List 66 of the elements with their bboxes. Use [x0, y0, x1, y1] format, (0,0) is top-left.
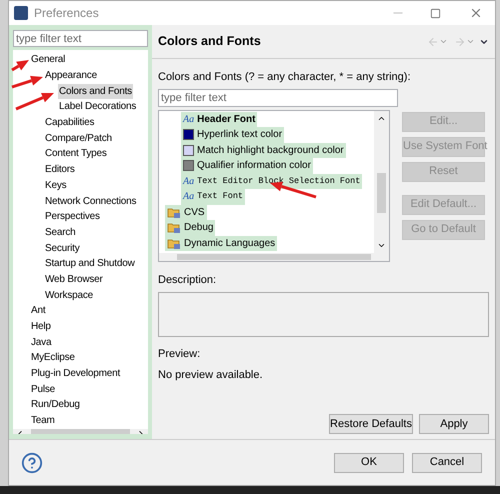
- tree-item[interactable]: Hyperlink text color: [181, 127, 284, 142]
- tree-item[interactable]: Java: [30, 334, 52, 350]
- font-icon: Aa: [183, 112, 194, 127]
- button[interactable]: Restore Defaults: [329, 414, 413, 434]
- button[interactable]: OK: [334, 452, 404, 472]
- horizontal-scrollbar[interactable]: [159, 252, 389, 260]
- tree-item[interactable]: Capabilities: [44, 115, 96, 130]
- caret-icon[interactable]: [439, 37, 448, 46]
- filter-field[interactable]: type filter text: [13, 30, 148, 47]
- tree-item[interactable]: Debug: [165, 220, 216, 236]
- folder-icon: [167, 236, 181, 250]
- tree-item[interactable]: MyEclipse: [30, 350, 76, 366]
- tree-item[interactable]: Pulse: [30, 382, 56, 397]
- forward-icon[interactable]: [454, 36, 466, 48]
- preview-label: Preview:: [158, 347, 202, 362]
- tree-item[interactable]: Aa Text Font: [181, 189, 246, 204]
- close-icon[interactable]: [469, 6, 483, 20]
- filter-field[interactable]: type filter text: [158, 88, 398, 106]
- tree-item[interactable]: Startup and Shutdow: [44, 256, 136, 272]
- tree-item[interactable]: Content Types: [44, 146, 108, 162]
- tree-item[interactable]: Colors and Fonts: [58, 84, 133, 99]
- tree-item[interactable]: Keys: [44, 178, 68, 193]
- caret-icon[interactable]: [466, 37, 475, 46]
- tree-item[interactable]: Aa Text Editor Block Selection Font: [181, 174, 362, 189]
- description-label: Description:: [158, 272, 218, 288]
- folder-icon: [167, 206, 181, 219]
- tree-item[interactable]: Qualifier information color: [181, 158, 313, 174]
- tree-item[interactable]: Plug-in Development: [30, 366, 122, 382]
- font-icon: Aa: [183, 174, 194, 189]
- tree-item[interactable]: Compare/Patch: [44, 130, 113, 146]
- help-icon[interactable]: [21, 452, 43, 474]
- tree-item[interactable]: Team: [30, 413, 56, 428]
- window-title: Preferences: [34, 5, 99, 22]
- tree-item[interactable]: Perspectives: [44, 209, 101, 224]
- button[interactable]: Apply: [419, 414, 489, 434]
- tree-item[interactable]: Editors: [44, 162, 76, 178]
- tree-item[interactable]: Network Connections: [44, 194, 138, 209]
- page-title: Colors and Fonts: [158, 33, 261, 50]
- tree-item[interactable]: Dynamic Languages: [165, 236, 278, 251]
- tree-item[interactable]: Label Decorations: [58, 99, 138, 114]
- tree-item[interactable]: Appearance: [44, 68, 98, 84]
- filter-label: Colors and Fonts (? = any character, * = any string):: [158, 70, 412, 85]
- tree-item[interactable]: Aa Header Font: [181, 112, 258, 127]
- arrow-annotation: [270, 182, 316, 198]
- tree-item[interactable]: Ant: [30, 303, 46, 318]
- folder-icon: [167, 221, 181, 234]
- maximize-icon[interactable]: [430, 8, 441, 18]
- button[interactable]: Cancel: [412, 452, 482, 472]
- tree-item[interactable]: Security: [44, 240, 81, 256]
- vertical-scrollbar[interactable]: [374, 110, 389, 252]
- preview-text: No preview available.: [158, 368, 264, 382]
- arrow-annotation: [15, 93, 54, 110]
- tree-item[interactable]: Search: [44, 224, 76, 240]
- scrollbar-thumb[interactable]: [377, 172, 386, 212]
- tree-item[interactable]: General: [30, 52, 66, 68]
- app-icon: [14, 6, 28, 20]
- arrow-annotation: [12, 76, 43, 88]
- font-icon: Aa: [183, 189, 194, 204]
- tree-item[interactable]: Match highlight background color: [181, 142, 346, 158]
- back-icon[interactable]: [427, 36, 439, 48]
- tree-item[interactable]: CVS: [165, 204, 207, 220]
- tree-item[interactable]: Web Browser: [44, 272, 104, 287]
- tree-item[interactable]: Run/Debug: [30, 397, 81, 412]
- tree-item[interactable]: Workspace: [44, 288, 94, 303]
- tree-item[interactable]: Help: [30, 319, 52, 334]
- arrow-annotation: [11, 60, 29, 72]
